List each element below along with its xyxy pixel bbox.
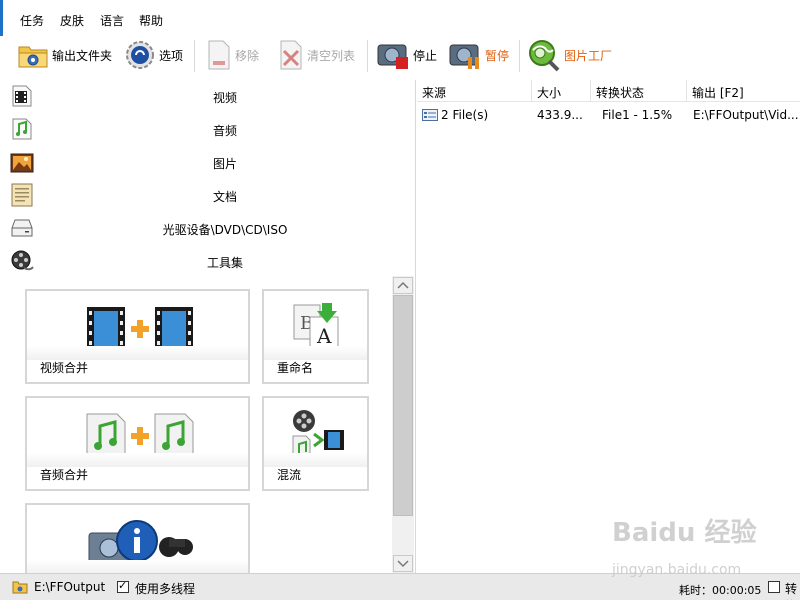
audio-join-label: 音频合并 [40, 468, 89, 482]
document-icon [11, 183, 33, 207]
toolbar-separator [194, 40, 195, 72]
category-optical-drive-label: 光驱设备\DVD\CD\ISO [162, 223, 288, 237]
picture-icon [10, 153, 34, 173]
category-video[interactable]: 视频 [0, 80, 416, 113]
task-list: 来源 大小 转换状态 输出 [F2] 2 File(s) 433.9... Fi… [417, 80, 800, 573]
clear-list-button[interactable]: 清空列表 [278, 38, 355, 72]
file-list-icon [422, 109, 438, 121]
toolbar-separator [519, 40, 520, 72]
category-picture-label: 图片 [212, 157, 237, 171]
scroll-up-button[interactable] [393, 277, 413, 294]
tools-scrollbar[interactable] [392, 276, 414, 573]
row-source: 2 File(s) [441, 108, 489, 122]
stop-button[interactable]: 停止 [376, 38, 437, 72]
mux-label: 混流 [277, 468, 302, 482]
mux-icon [292, 410, 344, 461]
elapsed-time: 耗时：00:00:05 [679, 584, 762, 597]
multithread-checkbox[interactable] [117, 579, 129, 593]
pause-label: 暂停 [485, 48, 510, 63]
output-path[interactable]: E:\FFOutput [34, 580, 105, 594]
folder-icon [18, 46, 48, 68]
category-picture[interactable]: 图片 [0, 146, 416, 179]
toolset-tiles: 视频合并 B A 重命名 音频合并 混流 [0, 276, 392, 573]
scroll-down-button[interactable] [393, 555, 413, 572]
window-accent-strip [0, 0, 3, 36]
after-convert-checkbox[interactable] [768, 581, 780, 593]
media-info-icon [88, 520, 193, 564]
pause-button[interactable]: 暂停 [448, 38, 509, 72]
baidu-watermark-url: jingyan.baidu.com [612, 562, 742, 578]
options-button[interactable]: 选项 [124, 38, 183, 72]
video-join-label: 视频合并 [40, 361, 89, 375]
stop-label: 停止 [413, 48, 438, 63]
scroll-thumb[interactable] [393, 295, 413, 516]
optical-drive-icon [11, 219, 33, 237]
column-status[interactable]: 转换状态 [591, 80, 687, 102]
document-icon [208, 40, 230, 70]
category-toolset[interactable]: 工具集 [0, 245, 416, 278]
media-info-tile[interactable] [25, 503, 250, 573]
mux-tile[interactable]: 混流 [262, 396, 369, 491]
clear-list-icon [280, 40, 302, 70]
stop-icon [377, 44, 408, 69]
rename-label: 重命名 [277, 361, 314, 375]
svg-text:A: A [316, 324, 332, 348]
rename-tile[interactable]: B A 重命名 [262, 289, 369, 384]
category-document-label: 文档 [212, 190, 237, 204]
gear-icon [126, 41, 154, 69]
film-reel-icon [11, 250, 34, 271]
task-list-header: 来源 大小 转换状态 输出 [F2] [417, 80, 800, 102]
table-row[interactable]: 2 File(s) 433.9... File1 - 1.5% E:\FFOut… [417, 103, 800, 127]
row-size: 433.9... [537, 108, 583, 122]
menu-task[interactable]: 任务 [20, 12, 44, 29]
picture-factory-icon [529, 40, 560, 72]
chevron-up-icon [397, 281, 409, 289]
menu-help[interactable]: 帮助 [139, 12, 163, 29]
category-optical-drive[interactable]: 光驱设备\DVD\CD\ISO [0, 212, 416, 245]
music-note-icon [12, 118, 32, 140]
video-icon [12, 85, 32, 107]
audio-join-icon [86, 413, 194, 459]
row-output: E:\FFOutput\Vid... [693, 108, 799, 122]
video-join-icon [87, 307, 193, 351]
rename-icon: B A [293, 303, 339, 352]
category-audio-label: 音频 [212, 124, 237, 138]
category-panel: 视频 音频 图片 文档 光驱设备\DVD\CD\ISO 工具集 视频合并 B A… [0, 80, 416, 573]
chevron-down-icon [397, 560, 409, 568]
category-document[interactable]: 文档 [0, 179, 416, 212]
toolbar: 输出文件夹 选项 移除 清空列表 停止 暂停 图片工厂 [0, 36, 800, 76]
menu-skin[interactable]: 皮肤 [60, 12, 84, 29]
video-join-tile[interactable]: 视频合并 [25, 289, 250, 384]
output-folder-button[interactable]: 输出文件夹 [17, 38, 112, 72]
folder-icon[interactable] [12, 580, 28, 594]
column-source[interactable]: 来源 [417, 80, 532, 102]
options-label: 选项 [159, 48, 184, 63]
remove-button[interactable]: 移除 [206, 38, 259, 72]
column-output[interactable]: 输出 [F2] [687, 80, 800, 102]
column-size[interactable]: 大小 [532, 80, 591, 102]
multithread-label: 使用多线程 [135, 582, 196, 596]
app-window: 任务 皮肤 语言 帮助 输出文件夹 选项 移除 清空列表 停止 暂停 图片工厂 … [0, 0, 800, 600]
pause-icon [449, 44, 479, 69]
baidu-watermark: Baidu 经验 [612, 518, 757, 548]
clear-list-label: 清空列表 [307, 48, 356, 63]
toolbar-separator [367, 40, 368, 72]
output-folder-label: 输出文件夹 [52, 48, 113, 63]
category-video-label: 视频 [212, 91, 237, 105]
menu-bar: 任务 皮肤 语言 帮助 [0, 0, 800, 36]
menu-language[interactable]: 语言 [100, 12, 124, 29]
picture-factory-label: 图片工厂 [564, 48, 613, 63]
remove-label: 移除 [235, 48, 260, 63]
category-toolset-label: 工具集 [206, 256, 243, 270]
row-status: File1 - 1.5% [602, 108, 673, 122]
picture-factory-button[interactable]: 图片工厂 [527, 38, 612, 72]
audio-join-tile[interactable]: 音频合并 [25, 396, 250, 491]
after-convert-label: 转换 [785, 582, 798, 600]
category-audio[interactable]: 音频 [0, 113, 416, 146]
